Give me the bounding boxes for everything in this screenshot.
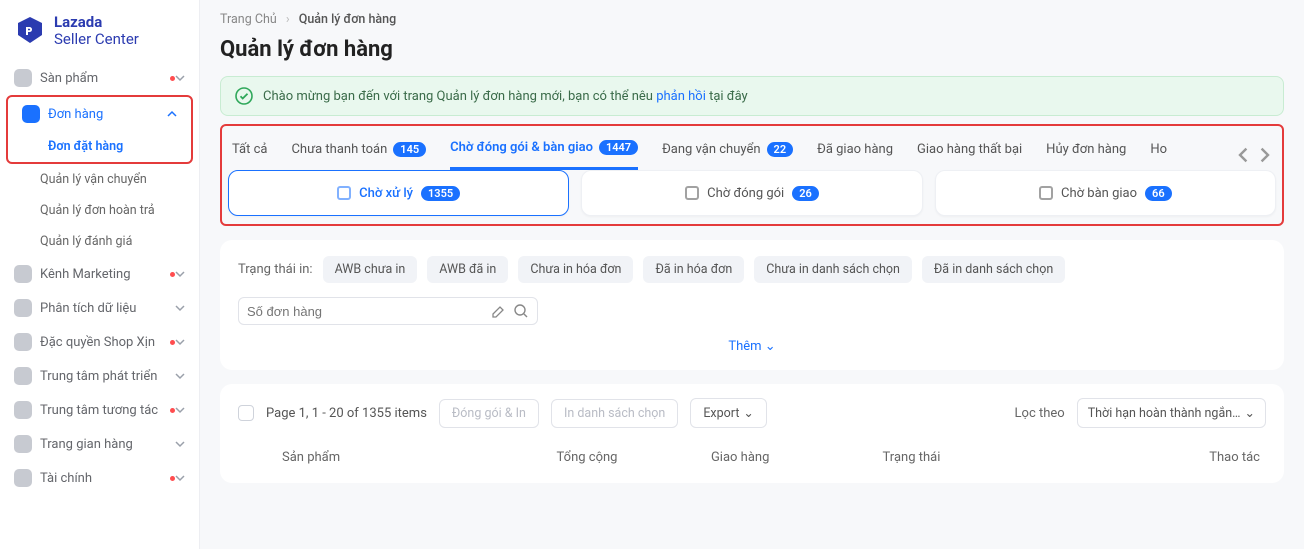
alert-text: Chào mừng bạn đến với trang Quản lý đơn … bbox=[263, 89, 748, 104]
sidebar-item-engagement[interactable]: Trung tâm tương tác bbox=[0, 393, 199, 427]
chevron-down-icon bbox=[175, 269, 185, 279]
lazada-logo-icon bbox=[14, 15, 46, 47]
results-panel: Page 1, 1 - 20 of 1355 items Đóng gói & … bbox=[220, 384, 1284, 483]
edit-icon[interactable] bbox=[491, 303, 507, 319]
col-action: Thao tác bbox=[1088, 446, 1266, 469]
sidebar-sub-returns[interactable]: Quản lý đơn hoàn trả bbox=[0, 195, 199, 226]
tab-cancelled[interactable]: Hủy đơn hàng bbox=[1046, 142, 1126, 169]
chevron-down-icon bbox=[175, 405, 185, 415]
sidebar-item-store[interactable]: Trang gian hàng bbox=[0, 427, 199, 461]
chevron-down-icon bbox=[175, 371, 185, 381]
handover-icon bbox=[1039, 186, 1053, 200]
feedback-link[interactable]: phản hồi bbox=[656, 89, 706, 104]
chip-picklist-printed[interactable]: Đã in danh sách chọn bbox=[922, 256, 1065, 283]
tab-to-pack[interactable]: Chờ đóng gói & bàn giao1447 bbox=[450, 140, 638, 170]
chevron-down-icon bbox=[175, 439, 185, 449]
col-status: Trạng thái bbox=[883, 446, 1089, 469]
page-info: Page 1, 1 - 20 of 1355 items bbox=[266, 406, 427, 421]
chip-awb-unprinted[interactable]: AWB chưa in bbox=[323, 256, 418, 283]
highlight-annotation-sidebar: Đơn hàng Đơn đặt hàng bbox=[6, 95, 193, 164]
sort-select[interactable]: Thời hạn hoàn thành ngắn…⌄ bbox=[1077, 398, 1266, 428]
col-product: Sản phẩm bbox=[282, 446, 557, 469]
status-tabs: Tất cả Chưa thanh toán145 Chờ đóng gói &… bbox=[224, 126, 1280, 170]
sidebar-item-analytics[interactable]: Phân tích dữ liệu bbox=[0, 291, 199, 325]
tab-failed[interactable]: Giao hàng thất bại bbox=[917, 142, 1022, 169]
sidebar-item-orders[interactable]: Đơn hàng bbox=[8, 97, 191, 131]
col-delivery: Giao hàng bbox=[711, 446, 883, 469]
pack-print-button[interactable]: Đóng gói & In bbox=[439, 399, 539, 428]
search-input[interactable] bbox=[247, 304, 491, 319]
store-icon bbox=[14, 435, 32, 453]
breadcrumb: Trang Chủ › Quản lý đơn hàng bbox=[220, 10, 1284, 33]
sidebar-item-finance[interactable]: Tài chính bbox=[0, 461, 199, 495]
subtab-pending[interactable]: Chờ xử lý1355 bbox=[228, 170, 569, 216]
logo[interactable]: Lazada Seller Center bbox=[0, 10, 199, 61]
export-button[interactable]: Export⌄ bbox=[690, 398, 767, 428]
col-total: Tổng cộng bbox=[557, 446, 711, 469]
pack-icon bbox=[685, 186, 699, 200]
subtab-to-handover[interactable]: Chờ bàn giao66 bbox=[935, 170, 1276, 216]
print-picklist-button[interactable]: In danh sách chọn bbox=[551, 399, 678, 428]
tabs-next-icon[interactable] bbox=[1256, 147, 1272, 163]
chevron-down-icon bbox=[175, 303, 185, 313]
tab-unpaid[interactable]: Chưa thanh toán145 bbox=[291, 142, 426, 169]
subtab-cards: Chờ xử lý1355 Chờ đóng gói26 Chờ bàn gia… bbox=[224, 170, 1280, 216]
chevron-down-icon: ⌄ bbox=[1245, 405, 1255, 421]
orders-icon bbox=[22, 105, 40, 123]
badge-icon bbox=[14, 333, 32, 351]
tab-delivered[interactable]: Đã giao hàng bbox=[817, 142, 893, 169]
chevron-down-icon bbox=[175, 337, 185, 347]
marketing-icon bbox=[14, 265, 32, 283]
sidebar-item-products[interactable]: Sàn phẩm bbox=[0, 61, 199, 95]
tab-shipping[interactable]: Đang vận chuyển22 bbox=[662, 142, 793, 169]
sidebar-item-growth[interactable]: Trung tâm phát triển bbox=[0, 359, 199, 393]
chevron-down-icon: ⌄ bbox=[743, 405, 753, 421]
table-header: Sản phẩm Tổng cộng Giao hàng Trạng thái … bbox=[238, 446, 1266, 469]
logo-subtitle: Seller Center bbox=[54, 31, 139, 48]
growth-icon bbox=[14, 367, 32, 385]
sort-label: Lọc theo bbox=[1015, 406, 1065, 421]
chip-invoice-printed[interactable]: Đã in hóa đơn bbox=[643, 256, 744, 283]
filter-panel: Trạng thái in: AWB chưa in AWB đã in Chư… bbox=[220, 240, 1284, 370]
chevron-down-icon: ⌄ bbox=[765, 339, 776, 354]
tab-overflow[interactable]: Ho bbox=[1150, 142, 1167, 169]
tab-all[interactable]: Tất cả bbox=[232, 142, 267, 169]
chevron-down-icon bbox=[175, 73, 185, 83]
box-icon bbox=[14, 69, 32, 87]
chevron-up-icon bbox=[167, 109, 177, 119]
page-title: Quản lý đơn hàng bbox=[220, 37, 1284, 62]
expand-filters[interactable]: Thêm ⌄ bbox=[238, 339, 1266, 354]
order-search[interactable] bbox=[238, 297, 538, 325]
sidebar-sub-orders-list[interactable]: Đơn đặt hàng bbox=[8, 131, 191, 162]
sidebar-sub-reviews[interactable]: Quản lý đánh giá bbox=[0, 226, 199, 257]
search-icon[interactable] bbox=[513, 303, 529, 319]
chart-icon bbox=[14, 299, 32, 317]
main-content: Trang Chủ › Quản lý đơn hàng Quản lý đơn… bbox=[200, 0, 1304, 549]
chip-awb-printed[interactable]: AWB đã in bbox=[427, 256, 508, 283]
chevron-down-icon bbox=[175, 473, 185, 483]
chip-picklist-unprinted[interactable]: Chưa in danh sách chọn bbox=[754, 256, 912, 283]
sidebar-sub-shipping[interactable]: Quản lý vận chuyển bbox=[0, 164, 199, 195]
breadcrumb-home[interactable]: Trang Chủ bbox=[220, 12, 277, 27]
subtab-to-pack[interactable]: Chờ đóng gói26 bbox=[581, 170, 922, 216]
sidebar: Lazada Seller Center Sàn phẩm Đơn hàng Đ… bbox=[0, 0, 200, 549]
print-status-label: Trạng thái in: bbox=[238, 262, 313, 277]
welcome-alert: Chào mừng bạn đến với trang Quản lý đơn … bbox=[220, 76, 1284, 116]
tabs-prev-icon[interactable] bbox=[1236, 147, 1252, 163]
select-all-checkbox[interactable] bbox=[238, 405, 254, 421]
breadcrumb-current: Quản lý đơn hàng bbox=[299, 12, 396, 27]
chat-icon bbox=[14, 401, 32, 419]
highlight-annotation-main: Tất cả Chưa thanh toán145 Chờ đóng gói &… bbox=[220, 124, 1284, 226]
wallet-icon bbox=[14, 469, 32, 487]
chip-invoice-unprinted[interactable]: Chưa in hóa đơn bbox=[518, 256, 633, 283]
check-circle-icon bbox=[235, 87, 253, 105]
logo-title: Lazada bbox=[54, 14, 139, 31]
sidebar-item-shopxin[interactable]: Đặc quyền Shop Xịn bbox=[0, 325, 199, 359]
sidebar-item-marketing[interactable]: Kênh Marketing bbox=[0, 257, 199, 291]
pending-icon bbox=[337, 186, 351, 200]
